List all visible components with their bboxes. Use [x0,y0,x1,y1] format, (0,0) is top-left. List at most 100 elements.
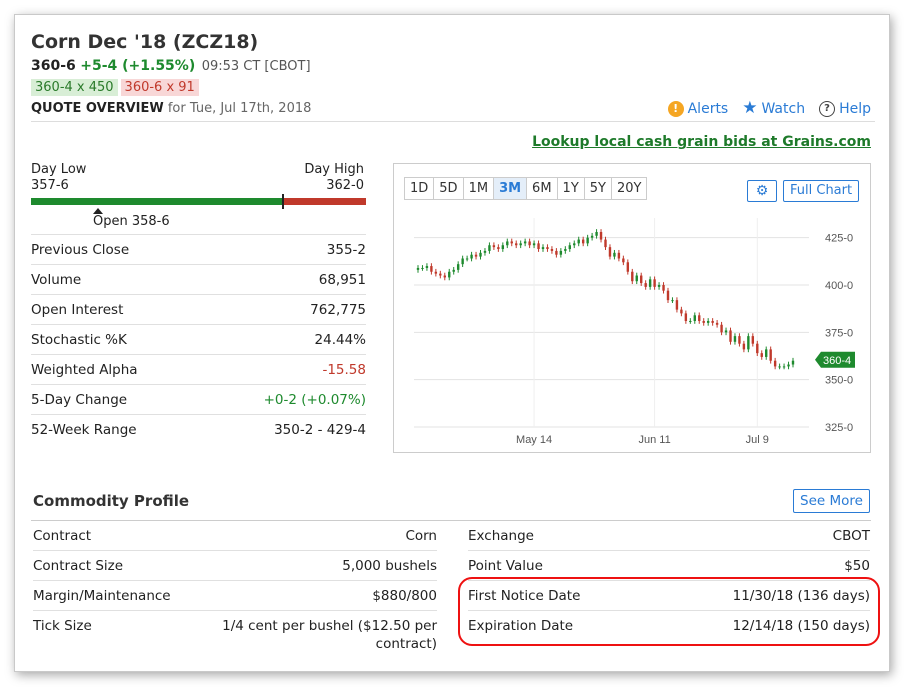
full-chart-button[interactable]: Full Chart [783,180,860,202]
grains-lookup-link[interactable]: Lookup local cash grain bids at Grains.c… [532,134,871,150]
candle-body [586,237,589,244]
table-row: Weighted Alpha -15.58 [31,354,366,384]
table-row: 52-Week Range 350-2 - 429-4 [31,414,366,444]
candle-body [568,245,571,250]
candle-body [791,360,795,365]
stat-value: +0-2 (+0.07%) [263,392,366,408]
candle-body [452,269,455,272]
candle-body [760,353,763,357]
candle-body [702,320,705,323]
quote-overview-heading: QUOTE OVERVIEW for Tue, Jul 17th, 2018 [31,101,311,116]
candle-body [787,364,790,367]
candle-body [577,239,580,244]
x-tick-label: Jun 11 [638,434,670,446]
candle-body [693,315,696,321]
candle-body [742,343,746,350]
stat-label: Previous Close [31,242,130,258]
candle-body [666,290,670,301]
day-low-label: Day Low [31,162,87,177]
stats-table: Previous Close 355-2 Volume 68,951 Open In… [31,234,366,444]
candle-body [720,324,723,333]
quote-overview-label: QUOTE OVERVIEW [31,101,164,116]
candle-body [555,250,558,255]
candle-body [590,235,594,238]
question-icon: ? [819,100,836,117]
candle-body [501,245,505,250]
candle-body [595,231,598,236]
ask-badge: 360-6 x 91 [120,79,199,96]
stat-label: Weighted Alpha [31,362,138,378]
candle-body [617,252,621,259]
quote-time: 09:53 CT [CBOT] [201,59,311,74]
period-1d[interactable]: 1D [405,178,435,199]
last-price-label: 360-4 [823,355,851,367]
candle-body [773,360,777,367]
profile-label: Contract [33,528,92,544]
candle-body [448,271,451,278]
day-range-bar-high [283,198,366,205]
period-3m[interactable]: 3M [494,178,528,199]
stat-value: 350-2 - 429-4 [274,422,366,438]
candle-body [724,330,728,333]
bid-ask: 360-4 x 450 360-6 x 91 [31,79,199,96]
alerts-button[interactable]: ! Alerts [667,100,728,117]
stat-label: 5-Day Change [31,392,128,408]
period-5y[interactable]: 5Y [585,178,612,199]
candle-body [416,267,420,270]
period-6m[interactable]: 6M [527,178,558,199]
see-more-button[interactable]: See More [793,489,870,513]
candle-body [532,243,536,246]
candle-body [443,275,446,278]
candle-body [608,247,612,257]
table-row: Contract Size 5,000 bushels [33,551,437,581]
x-tick-label: May 14 [516,434,552,446]
candle-body [613,252,616,257]
day-high-value: 362-0 [326,178,364,193]
table-row: 5-Day Change +0-2 (+0.07%) [31,384,366,414]
candle-body [479,252,482,257]
x-tick-label: Jul 9 [746,434,769,446]
candle-body [653,279,656,287]
profile-label: Tick Size [33,618,92,634]
candle-body [622,258,625,263]
profile-label: Exchange [468,528,534,544]
profile-table-left: Contract Corn Contract Size 5,000 bushels … [33,521,437,659]
gear-icon: ⚙ [755,183,769,199]
y-tick-label: 400-0 [825,280,853,292]
table-row: Stochastic %K 24.44% [31,324,366,354]
candle-body [465,258,469,260]
day-high-label: Day High [304,162,364,177]
current-price-marker [282,194,284,209]
period-5d[interactable]: 5D [434,178,464,199]
profile-value: 5,000 bushels [342,558,437,574]
candle-body [747,336,750,350]
candle-body [461,258,464,265]
candle-body [510,241,513,244]
candle-body [756,343,759,354]
candle-body [631,271,634,282]
period-20y[interactable]: 20Y [612,178,646,199]
chart-settings-button[interactable]: ⚙ [747,180,777,202]
profile-value: Corn [405,528,437,544]
candle-body [738,336,741,344]
help-button[interactable]: ? Help [819,100,871,117]
period-1y[interactable]: 1Y [558,178,585,199]
profile-value: 1/4 cent per bushel ($12.50 per contract… [222,618,437,652]
table-row: Previous Close 355-2 [31,234,366,264]
candle-body [456,264,460,270]
period-1m[interactable]: 1M [464,178,495,199]
table-row: Volume 68,951 [31,264,366,294]
candle-body [751,336,755,344]
stat-label: Open Interest [31,302,124,318]
candle-body [550,249,554,251]
stat-value: 68,951 [318,272,366,288]
quote-date: for Tue, Jul 17th, 2018 [167,101,312,116]
quote-panel: Corn Dec '18 (ZCZ18) 360-6 +5-4 (+1.55%)… [14,14,890,672]
candle-body [765,349,768,357]
candle-body [671,300,674,302]
candle-body [644,283,647,287]
bid-badge: 360-4 x 450 [31,79,118,96]
watch-button[interactable]: ★ Watch [742,100,805,117]
candle-body [662,285,665,291]
stat-value: 762,775 [310,302,366,318]
